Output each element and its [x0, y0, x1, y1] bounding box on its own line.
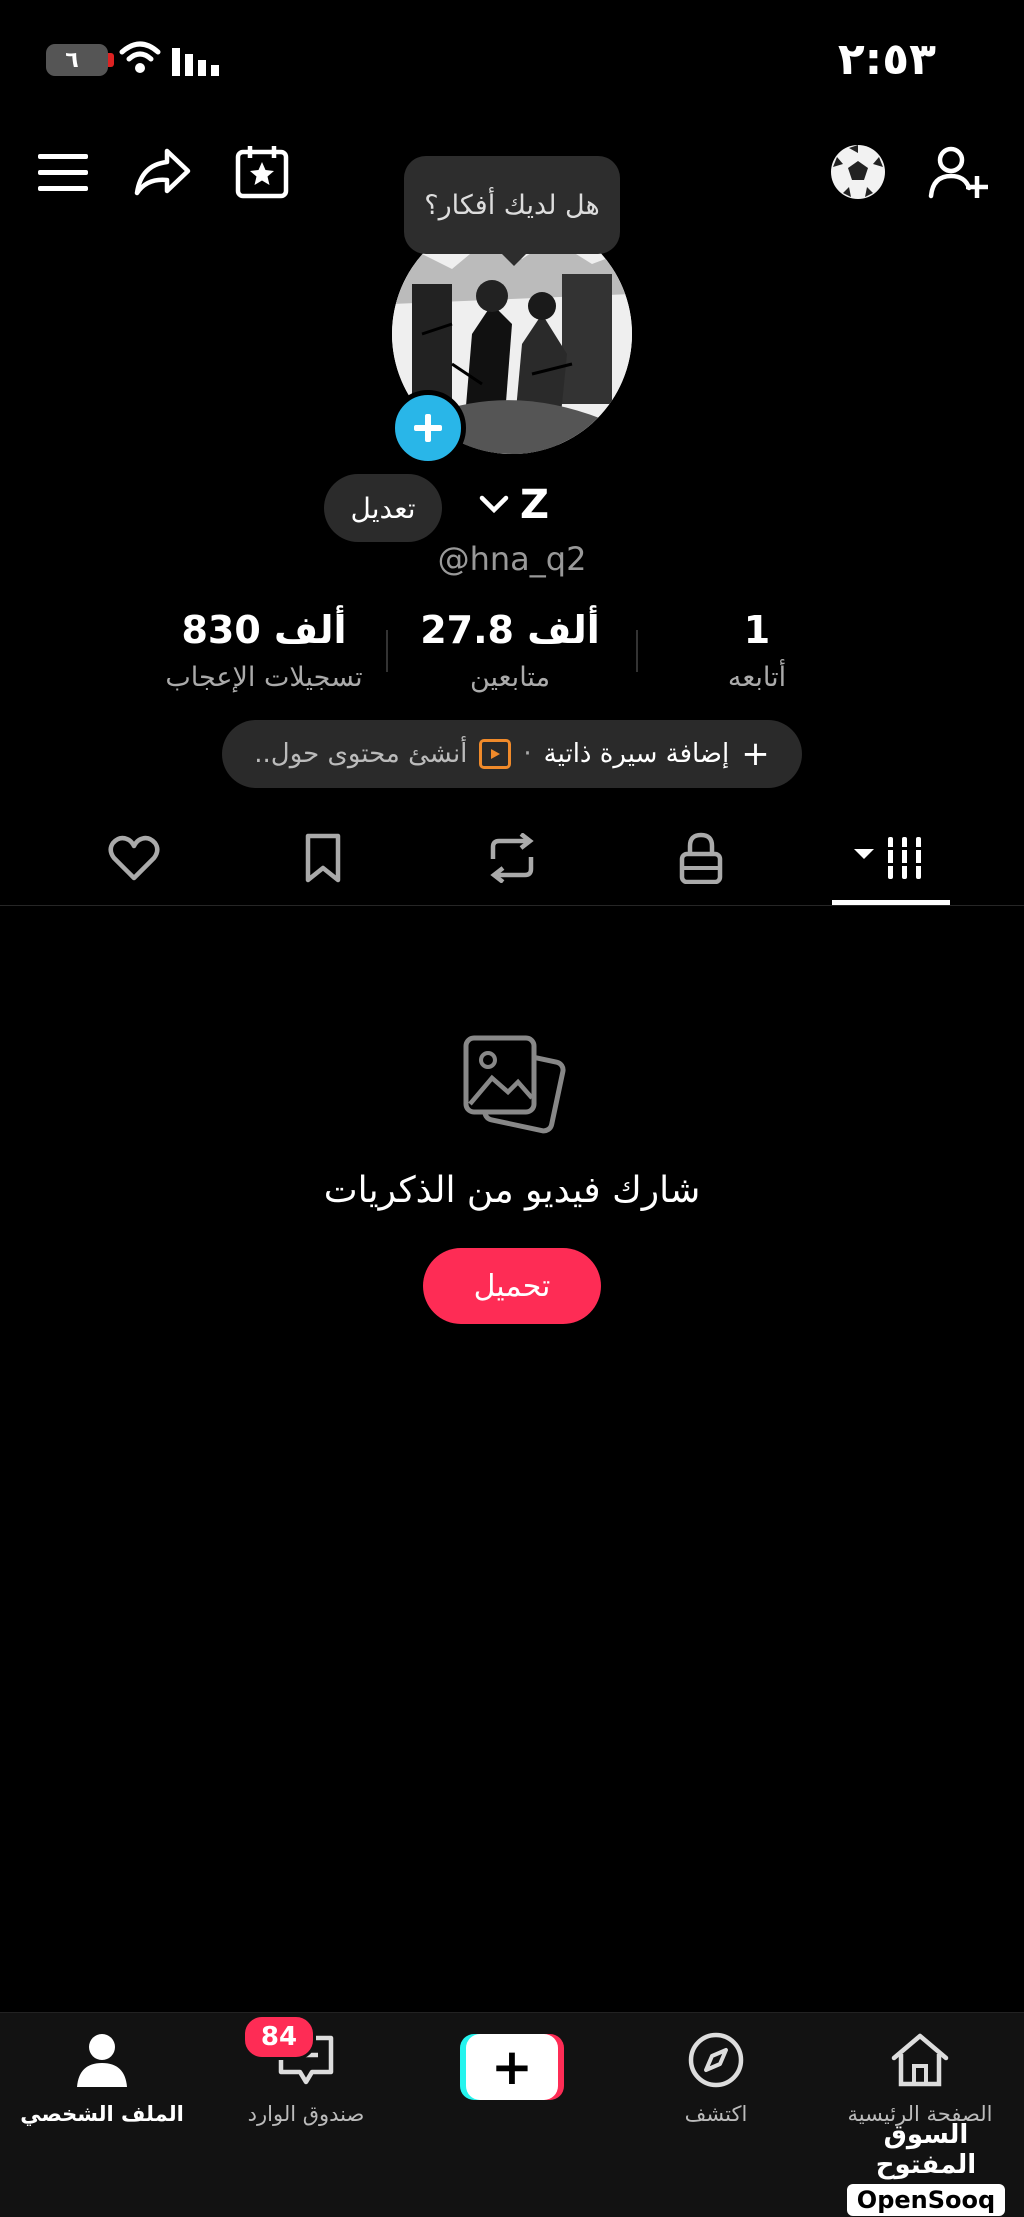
- bio-suggestion: أنشئ محتوى حول..: [254, 739, 468, 769]
- menu-icon[interactable]: [32, 140, 96, 204]
- add-bio-label: إضافة سيرة ذاتية: [543, 739, 730, 769]
- videos-grid-icon[interactable]: [840, 828, 940, 888]
- create-button[interactable]: +: [460, 2034, 564, 2100]
- watermark-english: OpenSooq: [846, 2184, 1006, 2216]
- battery-icon: ٦: [46, 44, 114, 76]
- stat-label: متابعين: [469, 662, 551, 693]
- repost-icon[interactable]: [462, 828, 562, 888]
- calendar-star-icon[interactable]: [230, 140, 294, 204]
- play-icon: [479, 739, 512, 769]
- nav-label: اكتشف: [684, 2102, 748, 2126]
- nav-label: الملف الشخصي: [20, 2102, 184, 2126]
- stat-label: أتابعه: [727, 662, 787, 693]
- nav-label: صندوق الوارد: [247, 2102, 365, 2126]
- share-icon[interactable]: [130, 140, 194, 204]
- stat-value: 830 ألف: [181, 608, 347, 652]
- add-avatar-button[interactable]: [390, 390, 466, 466]
- profile-name[interactable]: Z: [520, 482, 549, 528]
- profile-handle: @hna_q2: [437, 540, 587, 578]
- heart-icon[interactable]: [84, 828, 184, 888]
- bookmark-icon[interactable]: [273, 828, 373, 888]
- inbox-badge: 84: [242, 2014, 316, 2060]
- stat-following[interactable]: 1 أتابعه: [617, 608, 897, 693]
- tab-divider: [0, 905, 1024, 906]
- edit-profile-button[interactable]: تعديل: [324, 474, 442, 542]
- photo-icon: [463, 1035, 566, 1134]
- stat-value: 27.8 ألف: [420, 608, 600, 652]
- battery-level: ٦: [65, 47, 79, 73]
- watermark-arabic: السوق المفتوح: [875, 2120, 977, 2180]
- add-friend-icon[interactable]: [926, 140, 990, 204]
- upload-button[interactable]: تحميل: [423, 1248, 601, 1324]
- chevron-down-icon[interactable]: [478, 494, 510, 516]
- status-time: ٢:٥٣: [837, 34, 936, 85]
- plus-icon: +: [741, 734, 770, 774]
- signal-icon: [172, 48, 219, 76]
- lock-icon[interactable]: [651, 828, 751, 888]
- nav-profile[interactable]: الملف الشخصي: [12, 2028, 192, 2126]
- opensooq-watermark: السوق المفتوح OpenSooq: [846, 2120, 1006, 2216]
- stat-likes[interactable]: 830 ألف تسجيلات الإعجاب: [124, 608, 404, 693]
- soccer-ball-icon[interactable]: [826, 140, 890, 204]
- home-icon: [830, 2028, 1010, 2092]
- stat-followers[interactable]: 27.8 ألف متابعين: [370, 608, 650, 693]
- plus-icon: +: [466, 2034, 558, 2100]
- compass-icon: [626, 2028, 806, 2092]
- stat-value: 1: [743, 608, 771, 652]
- ideas-tooltip[interactable]: هل لديك أفكار؟: [404, 156, 620, 266]
- wifi-icon: [119, 41, 161, 73]
- add-bio-button[interactable]: + إضافة سيرة ذاتية · أنشئ محتوى حول..: [222, 720, 802, 788]
- profile-icon: [12, 2028, 192, 2092]
- nav-home[interactable]: الصفحة الرئيسية: [830, 2028, 1010, 2126]
- stat-label: تسجيلات الإعجاب: [165, 662, 363, 693]
- empty-state-message: شارك فيديو من الذكريات: [323, 1170, 701, 1211]
- nav-discover[interactable]: اكتشف: [626, 2028, 806, 2126]
